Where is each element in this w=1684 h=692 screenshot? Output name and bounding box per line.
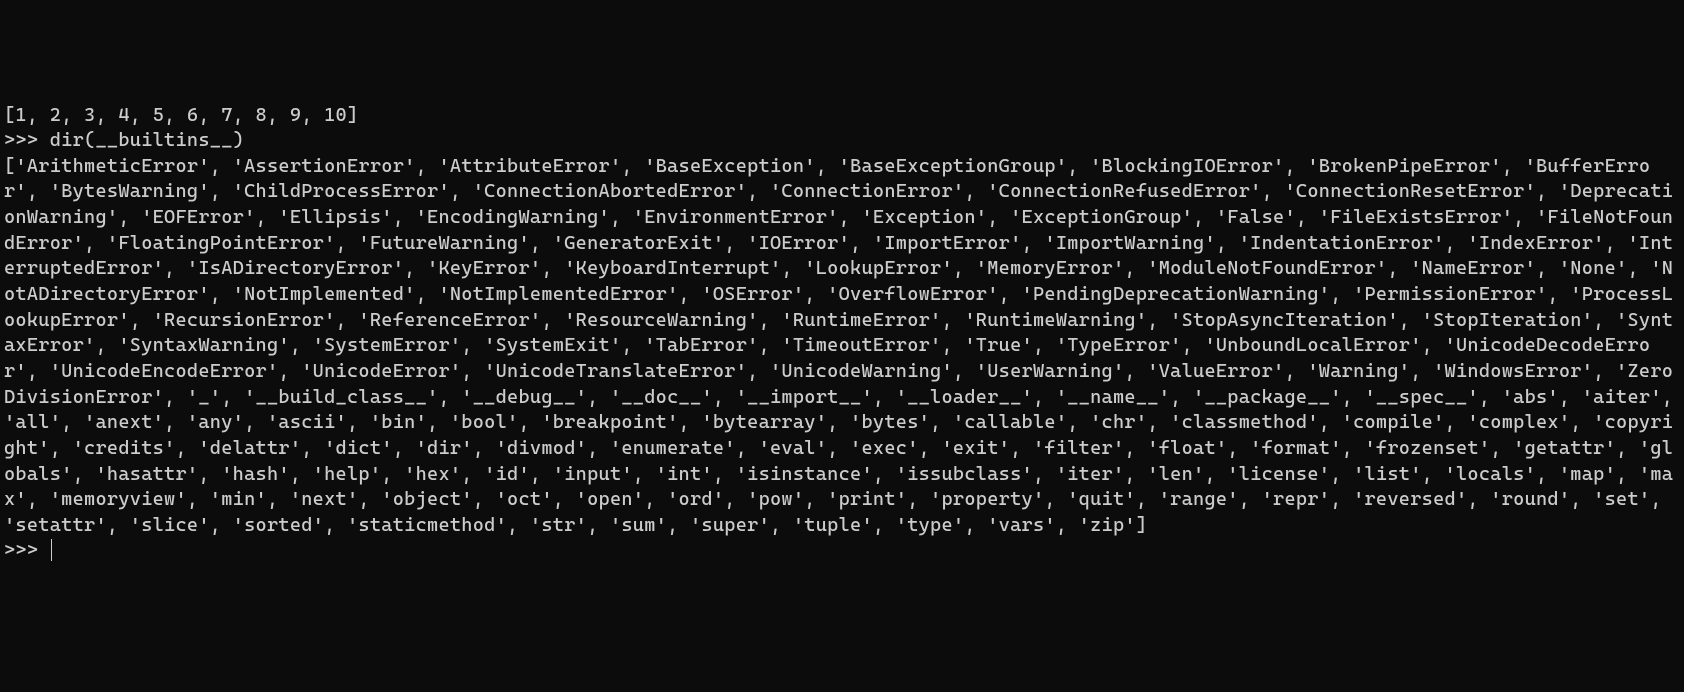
- command-input: dir(__builtins__): [50, 129, 244, 151]
- repl-prompt-next: >>>: [4, 539, 50, 561]
- output-list: ['ArithmeticError', 'AssertionError', 'A…: [4, 155, 1684, 536]
- previous-output-line: [1, 2, 3, 4, 5, 6, 7, 8, 9, 10]: [4, 104, 358, 126]
- cursor: [51, 539, 52, 562]
- repl-prompt: >>>: [4, 129, 50, 151]
- terminal-output[interactable]: [1, 2, 3, 4, 5, 6, 7, 8, 9, 10] >>> dir(…: [0, 103, 1684, 565]
